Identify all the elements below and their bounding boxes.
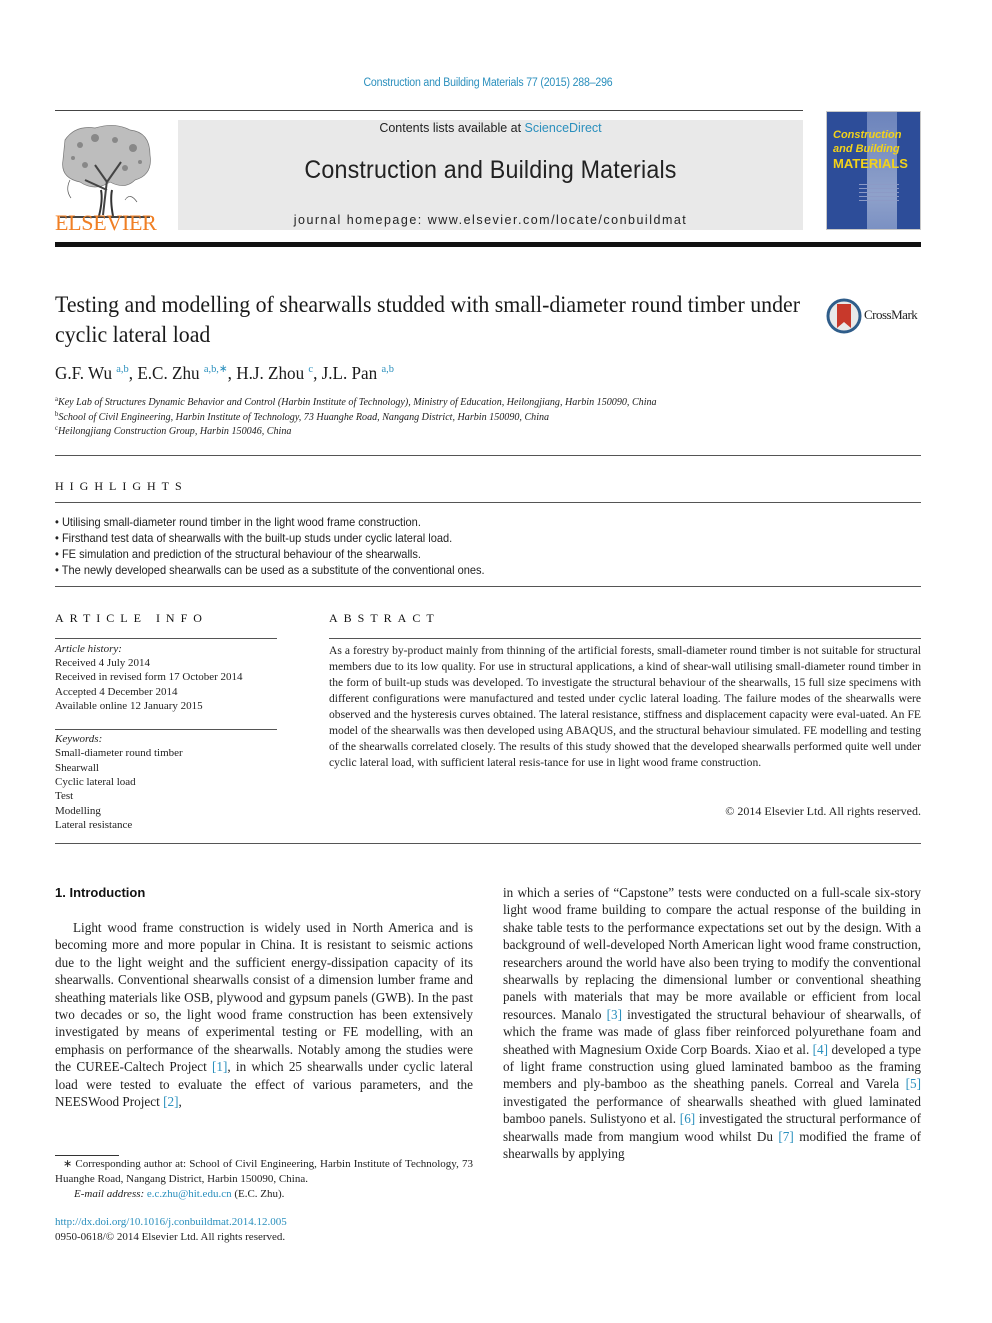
affiliation-text: Heilongjiang Construction Group, Harbin … [57,426,292,437]
issn-copyright: 0950-0618/© 2014 Elsevier Ltd. All right… [55,1231,286,1243]
author-affil-sup[interactable]: a,b [116,363,128,375]
cover-subtitle-text [859,184,899,204]
history-item: Available online 12 January 2015 [55,700,203,712]
highlight-item: • FE simulation and prediction of the st… [55,547,421,561]
divider [55,729,277,730]
author-name[interactable]: H.J. Zhou [236,363,304,383]
highlight-item: • Utilising small-diameter round timber … [55,515,421,529]
citation-link[interactable]: [5] [906,1076,921,1091]
article-info-heading: ARTICLE INFO [55,611,208,625]
highlight-item: • Firsthand test data of shearwalls with… [55,531,453,545]
cover-title-line1: Construction [833,129,902,141]
history-item: Received 4 July 2014 [55,657,151,669]
doi-link[interactable]: http://dx.doi.org/10.1016/j.conbuildmat.… [55,1216,287,1228]
highlight-item: • The newly developed shearwalls can be … [55,563,485,577]
contents-availability: Contents lists available at ScienceDirec… [178,121,803,135]
history-item: Accepted 4 December 2014 [55,686,178,698]
affiliation: cHeilongjiang Construction Group, Harbin… [55,424,291,437]
citation-link[interactable]: [1] [212,1059,227,1074]
divider [329,638,921,639]
header-rule [55,110,803,111]
email-label: E-mail address: [74,1188,147,1200]
sciencedirect-link[interactable]: ScienceDirect [525,121,602,135]
highlight-text: The newly developed shearwalls can be us… [61,563,485,577]
divider [55,455,921,456]
author-affil-sup[interactable]: a,b,∗ [204,363,228,375]
journal-title: Construction and Building Materials [304,156,677,184]
author-list: G.F. Wu a,b, E.C. Zhu a,b,∗, H.J. Zhou c… [55,363,394,383]
divider [55,843,921,844]
history-item: Received in revised form 17 October 2014 [55,671,243,683]
affiliation: bSchool of Civil Engineering, Harbin Ins… [55,410,549,423]
intro-paragraph-left: Light wood frame construction is widely … [55,919,473,1110]
journal-citation-link[interactable]: Construction and Building Materials 77 (… [39,77,937,89]
keyword: Lateral resistance [55,819,133,831]
divider [55,586,921,587]
elsevier-wordmark[interactable]: ELSEVIER [55,210,157,236]
crossmark-label[interactable]: CrossMark [864,307,918,323]
corresponding-author-note: ∗ Corresponding author at: School of Civ… [55,1158,473,1185]
affiliation-text: School of Civil Engineering, Harbin Inst… [58,412,550,423]
author-affil-sup[interactable]: a,b [381,363,393,375]
footnote-rule [55,1155,119,1156]
cover-title-line3: MATERIALS [833,156,908,171]
paragraph-text: , [178,1094,182,1110]
affiliation-text: Key Lab of Structures Dynamic Behavior a… [57,397,657,408]
journal-cover-image[interactable]: Construction and Building MATERIALS [826,111,921,230]
keyword: Cyclic lateral load [55,776,136,788]
intro-paragraph-right: in which a series of “Capstone” tests we… [503,884,921,1163]
email-link[interactable]: e.c.zhu@hit.edu.cn [147,1188,232,1200]
keywords-label: Keywords: [55,733,103,745]
citation-link[interactable]: [2] [163,1094,178,1109]
contents-prefix: Contents lists available at [379,121,525,135]
citation-link[interactable]: [6] [680,1111,695,1126]
keyword: Small-diameter round timber [55,747,183,759]
header-thick-rule [55,242,921,247]
author-name[interactable]: E.C. Zhu [137,363,199,383]
email-suffix: (E.C. Zhu). [231,1188,285,1200]
article-history-label: Article history: [55,643,122,655]
citation-link[interactable]: [3] [607,1007,622,1022]
paragraph-text: in which a series of “Capstone” tests we… [503,885,921,1022]
abstract-body: As a forestry by-product mainly from thi… [329,644,921,769]
abstract-heading: ABSTRACT [329,611,440,625]
citation-link[interactable]: [7] [778,1129,793,1144]
highlight-text: FE simulation and prediction of the stru… [61,547,421,561]
section-heading-introduction: 1. Introduction [55,885,146,900]
keyword: Shearwall [55,762,99,774]
cover-title-line2: and Building [833,143,900,155]
highlight-text: Utilising small-diameter round timber in… [61,515,421,529]
highlight-text: Firsthand test data of shearwalls with t… [61,531,453,545]
abstract-copyright: © 2014 Elsevier Ltd. All rights reserved… [725,804,921,818]
highlights-heading: HIGHLIGHTS [55,479,188,493]
affiliation: aKey Lab of Structures Dynamic Behavior … [55,395,657,408]
keyword: Modelling [55,805,101,817]
article-title: Testing and modelling of shearwalls stud… [55,292,801,348]
citation-link[interactable]: [4] [813,1042,828,1057]
author-affil-sup[interactable]: c [308,363,313,375]
keyword: Test [55,790,74,802]
journal-homepage-link[interactable]: journal homepage: www.elsevier.com/locat… [178,213,803,227]
divider [55,502,921,503]
email-note: E-mail address: e.c.zhu@hit.edu.cn (E.C.… [55,1187,492,1202]
author-name[interactable]: J.L. Pan [322,363,378,383]
divider [55,638,277,639]
author-name[interactable]: G.F. Wu [55,363,112,383]
paragraph-text: Light wood frame construction is widely … [55,920,473,1075]
